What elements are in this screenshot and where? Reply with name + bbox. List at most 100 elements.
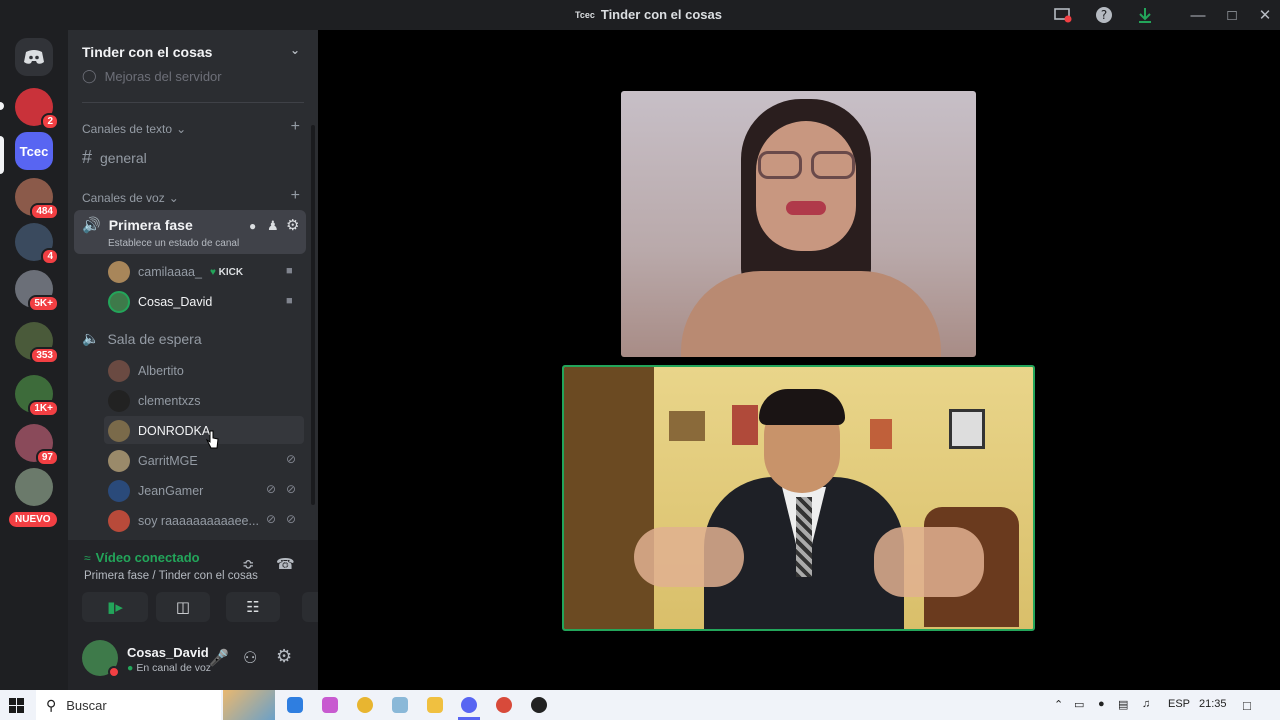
voice-user[interactable]: camilaaaa_ ♥ KICK [108,261,243,283]
avatar [108,291,130,313]
voice-user[interactable]: Albertito [108,360,184,382]
category-text-channels[interactable]: Canales de texto ⌄ [82,122,186,136]
search-icon: ⚲ [46,696,57,713]
battery-icon[interactable]: ▭ [1074,698,1084,711]
server-list: 2 Tcec 484 4 5K+ 353 1K+ 97 NUEVO [0,30,68,690]
title-bar: Tcec Tinder con el cosas ? — □ ✕ [0,0,1280,30]
mention-badge: 97 [35,449,59,466]
mention-badge: 5K+ [28,295,59,312]
avatar [108,390,130,412]
glasses-left [758,151,802,179]
deafened-icon: ⊘ [286,512,297,526]
category-voice-channels[interactable]: Canales de voz ⌄ [82,191,179,205]
status-label: En canal de voz [136,662,212,674]
voice-location[interactable]: Primera fase / Tinder con el cosas [84,570,258,582]
channel-status[interactable]: Establece un estado de canal [108,238,239,249]
server-icon-1[interactable]: 2 [15,88,59,130]
discord-icon[interactable] [461,697,477,713]
server-folder[interactable]: 1K+ [15,375,59,417]
voice-user[interactable]: clementxzs [108,390,201,412]
video-tile-camilaaaa[interactable] [621,91,976,357]
taskbar-search[interactable]: ⚲ Buscar [36,690,221,720]
user-name: camilaaaa_ [138,265,202,279]
mention-badge: 353 [30,347,59,364]
chrome-profile-icon[interactable] [496,697,512,713]
server-folder[interactable]: 5K+ [15,270,59,312]
disconnect-icon[interactable]: ☎ [276,555,295,573]
activities-button[interactable]: ☷ [226,592,280,622]
screen-share-icon: ◫ [175,599,191,616]
user-name: DONRODKA [138,424,211,438]
download-icon[interactable] [1132,4,1158,26]
voice-user[interactable]: DONRODKA [108,420,210,442]
voice-channel-sala-de-espera[interactable]: 🔈 Sala de espera [82,330,202,347]
voice-channel-primera-fase[interactable]: 🔊 Primera fase Establece un estado de ca… [74,210,306,254]
voice-user[interactable]: GarritMGE [108,450,198,472]
add-channel-icon[interactable]: + [291,118,300,136]
windows-start-icon[interactable] [9,698,24,716]
headphones-icon[interactable]: ⚇ [243,648,257,668]
cursor-icon [205,430,220,455]
user-name: GarritMGE [138,454,198,468]
invite-icon[interactable]: ♟ [267,218,279,234]
picture-frame [949,409,985,449]
voice-user[interactable]: Cosas_David [108,291,212,313]
wardrobe-shape [564,367,654,629]
minimize-icon[interactable]: — [1185,4,1211,26]
chevron-up-icon[interactable]: ⌃ [1054,698,1063,711]
channel-label: Primera fase [108,217,193,233]
close-icon[interactable]: ✕ [1252,4,1278,26]
edge-icon[interactable] [287,697,303,713]
network-icon[interactable]: ▤ [1118,698,1128,711]
mention-badge: 4 [41,248,59,265]
server-icon-2[interactable]: 484 [15,178,59,220]
muted-mic-icon: ⊘ [266,482,277,496]
voice-user[interactable]: soy raaaaaaaaaaee... [108,510,259,532]
server-icon-label: Tcec [19,143,49,159]
server-icon-5[interactable] [15,468,53,506]
server-folder[interactable]: 353 [15,322,59,364]
window-title: Tinder con el cosas [600,7,722,22]
user-name[interactable]: Cosas_David [127,645,209,660]
connection-status[interactable]: ≈ Vídeo conectado [84,550,200,565]
volume-icon[interactable]: ♫ [1142,698,1150,710]
channel-general[interactable]: # general [82,147,147,168]
language-indicator[interactable]: ESP [1168,698,1190,710]
avatar [108,480,130,502]
clock[interactable]: 21:35 [1199,698,1227,710]
notification-icon[interactable]: □ [1243,698,1251,713]
gear-icon[interactable]: ⚙ [276,646,292,667]
microphone-icon[interactable]: 🎤 [209,648,229,668]
weather-widget-icon[interactable] [223,690,275,720]
server-boost-item[interactable]: ◯ Mejoras del servidor [82,68,222,84]
screen-share-button[interactable]: ◫ [156,592,210,622]
server-icon-3[interactable]: 4 [15,223,59,265]
maximize-icon[interactable]: □ [1219,4,1245,26]
microphone-tray-icon[interactable]: ● [1098,698,1105,710]
server-icon-tcec[interactable]: Tcec [15,132,53,170]
sidebar-scrollbar[interactable] [311,125,315,505]
discord-home-icon[interactable] [15,38,53,76]
glasses-right [811,151,855,179]
obs-icon[interactable] [531,697,547,713]
file-explorer-icon[interactable] [427,697,443,713]
voice-user[interactable]: JeanGamer [108,480,203,502]
copilot-icon[interactable] [322,697,338,713]
channel-row: 🔊 Primera fase [82,216,193,234]
chat-icon[interactable]: ● [249,219,256,233]
screen-share-icon[interactable] [1050,4,1076,26]
noise-suppression-icon[interactable]: ≎ [242,555,255,573]
user-panel: Cosas_David ● En canal de voz 🎤 ⚇ ⚙ [68,632,318,690]
gamepad-icon: ☷ [246,599,260,616]
poster-shape [870,419,892,449]
server-icon-4[interactable]: 97 [15,424,59,466]
video-stage [318,30,1280,690]
help-icon[interactable]: ? [1091,4,1117,26]
camera-button[interactable]: ▮▸ [82,592,148,622]
video-tile-cosas-david[interactable] [562,365,1035,631]
voice-status-icon: ● [127,662,134,674]
app-icon[interactable] [392,697,408,713]
chrome-icon[interactable] [357,697,373,713]
gear-icon[interactable]: ⚙ [286,216,299,234]
add-channel-icon[interactable]: + [291,187,300,205]
